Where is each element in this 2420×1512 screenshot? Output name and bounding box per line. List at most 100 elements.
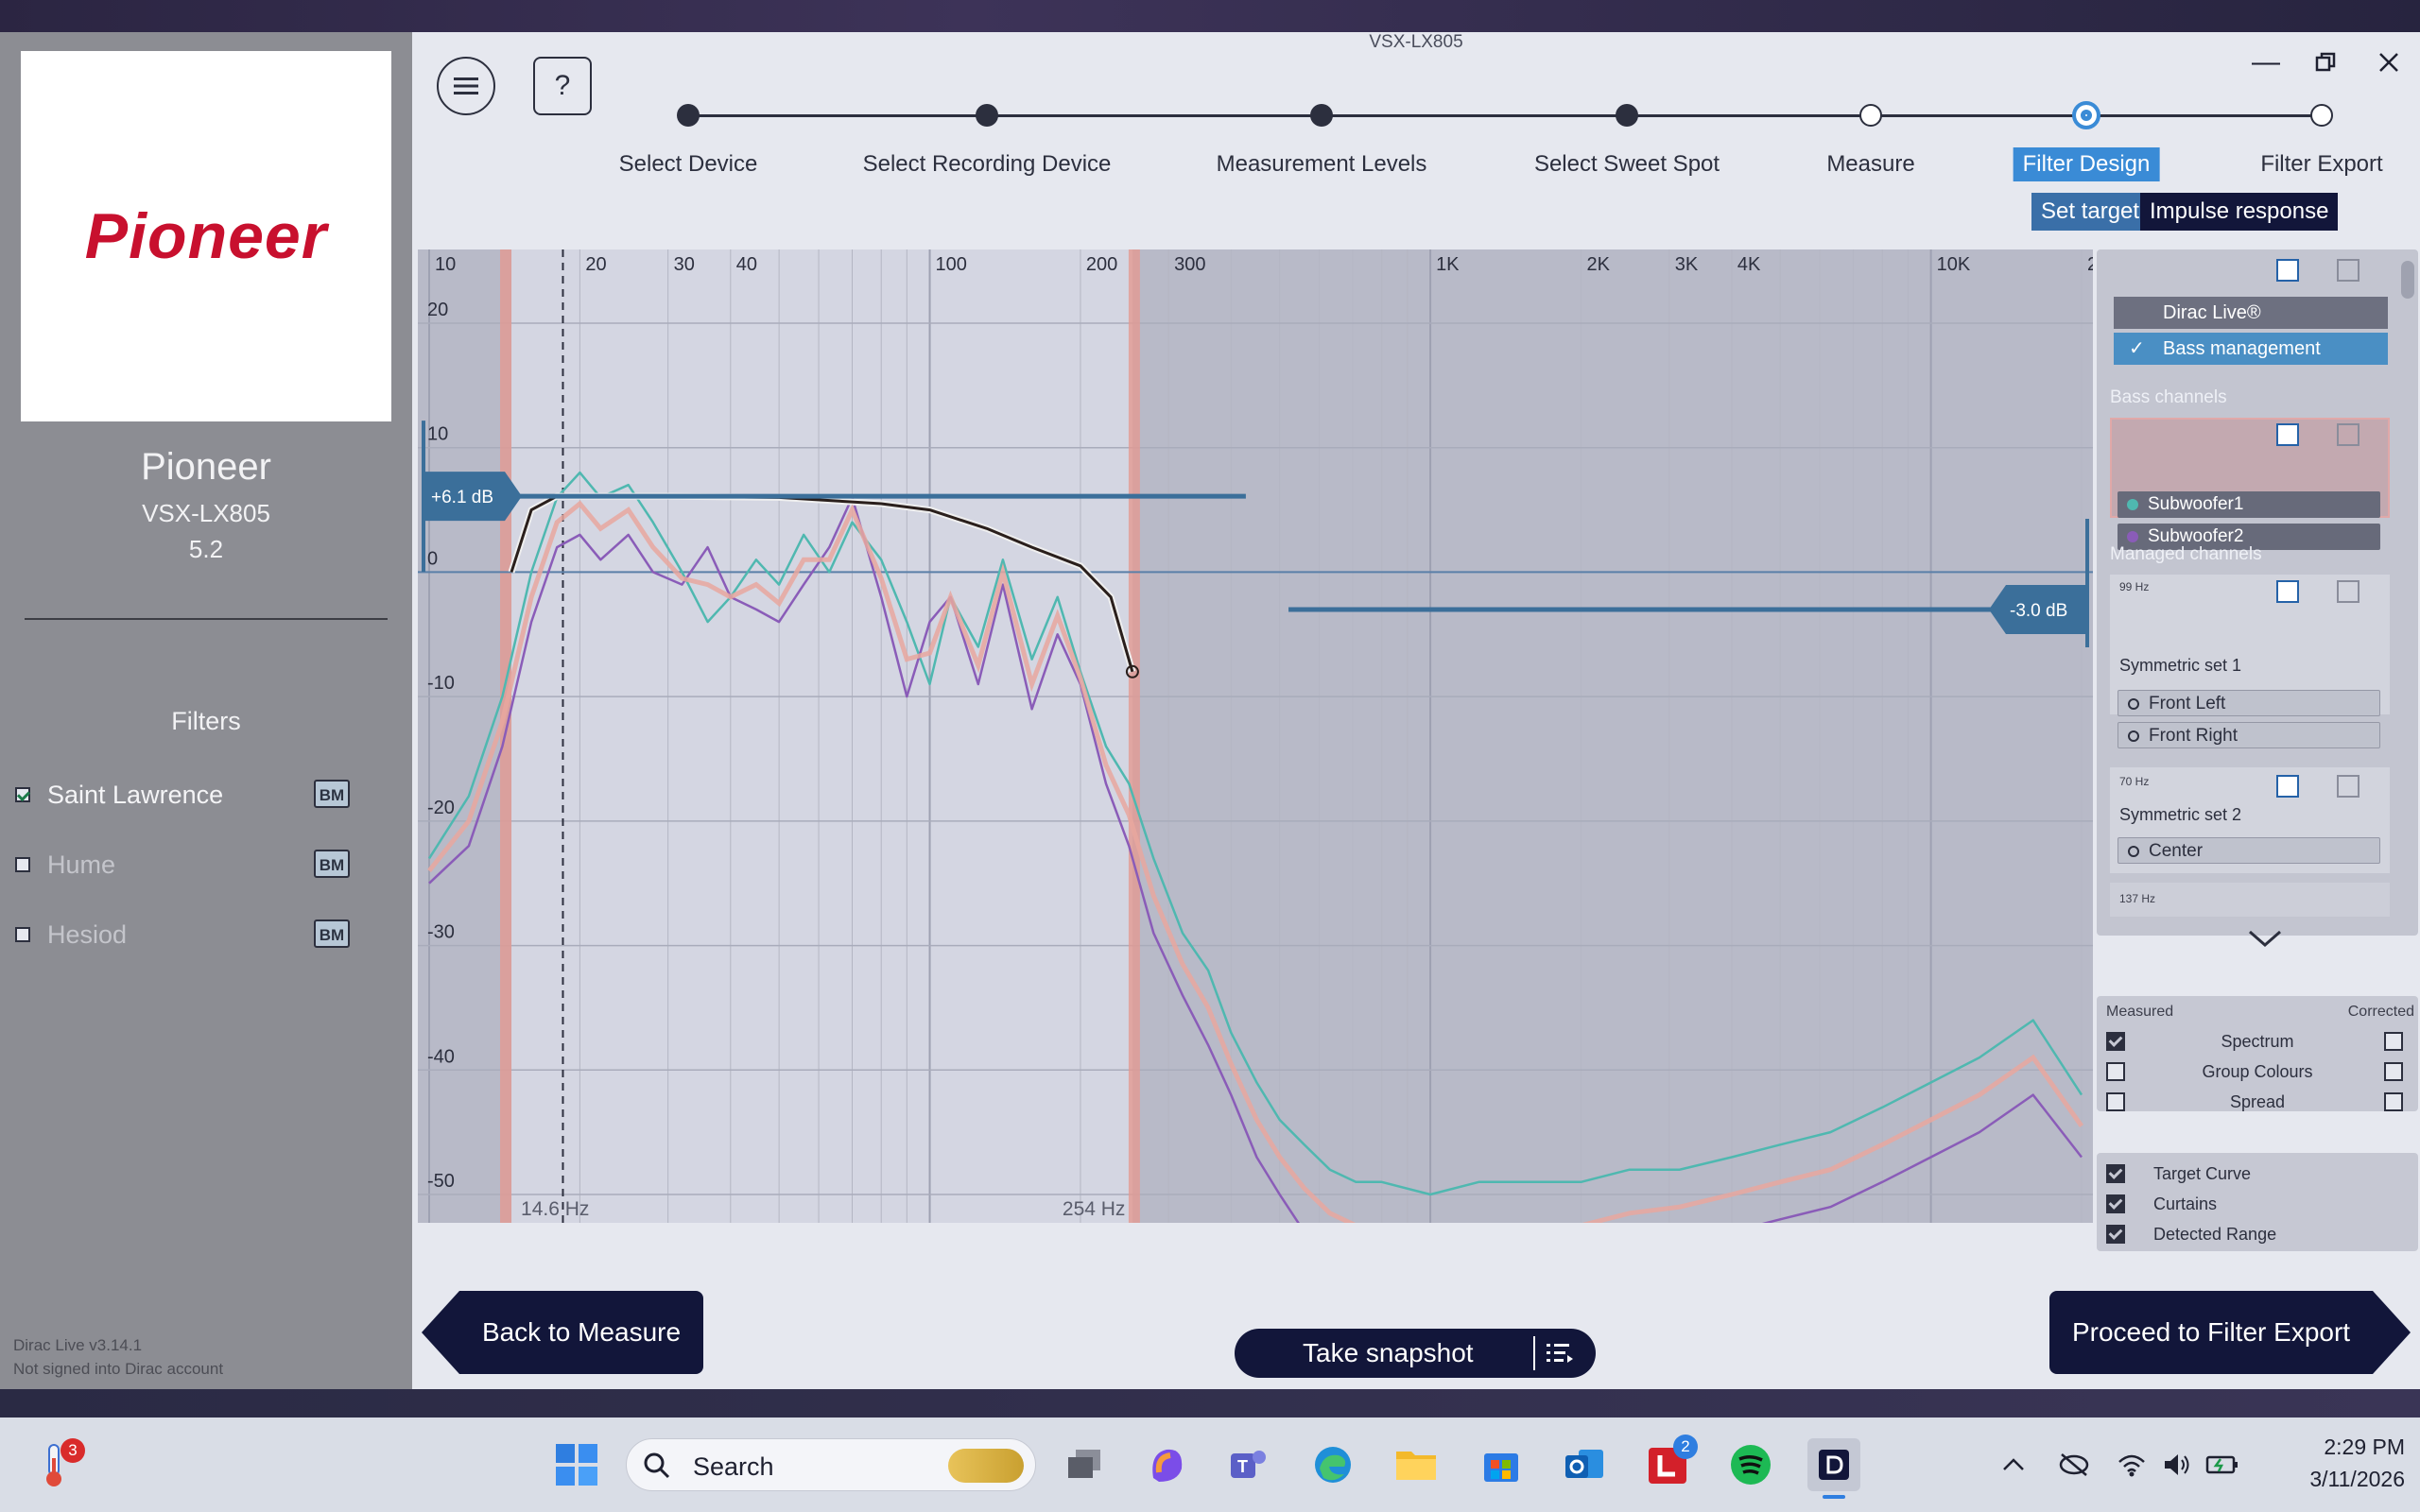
start-button[interactable] <box>550 1438 603 1491</box>
task-view-button[interactable] <box>1059 1438 1112 1491</box>
teams-app[interactable]: T <box>1221 1438 1274 1491</box>
clock-date[interactable]: 3/11/2026 <box>2273 1467 2405 1492</box>
view-icon[interactable] <box>2337 775 2360 798</box>
tray-volume[interactable] <box>2153 1438 2201 1491</box>
step-dot-4[interactable] <box>1616 104 1638 127</box>
filter-item-hume[interactable]: Hume BM <box>15 846 384 884</box>
filter-item-saint-lawrence[interactable]: Saint Lawrence BM <box>15 776 384 814</box>
link-icon[interactable] <box>2276 580 2299 603</box>
snapshot-list-icon[interactable] <box>1547 1342 1573 1365</box>
filter-item-hesiod[interactable]: Hesiod BM <box>15 916 384 954</box>
tab-impulse-response[interactable]: Impulse response <box>2140 193 2339 231</box>
channel-color-dot <box>2128 698 2139 710</box>
channel-list-scrollbar[interactable] <box>2401 261 2414 299</box>
channel-subwoofer1[interactable]: Subwoofer1 <box>2118 491 2380 518</box>
channel-front-left[interactable]: Front Left <box>2118 690 2380 716</box>
taskbar-search[interactable]: Search <box>626 1438 1036 1491</box>
lastpass-app[interactable]: 2 <box>1641 1435 1698 1491</box>
proceed-to-filter-export-button[interactable]: Proceed to Filter Export <box>2049 1291 2411 1374</box>
curtains-checkbox[interactable] <box>2106 1194 2125 1213</box>
step-label-3[interactable]: Measurement Levels <box>1217 151 1427 178</box>
maximize-button[interactable] <box>2302 43 2349 81</box>
crossover-hz: 70 Hz <box>2119 775 2150 788</box>
x-tick-label: 30 <box>674 254 695 275</box>
show-hidden-icons[interactable] <box>1987 1438 2040 1491</box>
device-sidebar: Pioneer Pioneer VSX-LX805 5.2 Filters Sa… <box>0 32 412 1389</box>
channel-color-dot <box>2127 499 2138 510</box>
brand-logo-text: Pioneer <box>84 200 328 272</box>
x-tick-label: 4K <box>1737 254 1761 275</box>
take-snapshot-button[interactable]: Take snapshot <box>1235 1329 1596 1378</box>
frequency-response-chart[interactable]: 102030401002003001K2K3K4K10K20K20100-10-… <box>418 249 2093 1223</box>
step-dot-7[interactable] <box>2310 104 2333 127</box>
group-colours-corrected-checkbox[interactable] <box>2384 1062 2403 1081</box>
toggle-curtains: Curtains <box>2097 1193 2418 1217</box>
spotify-app[interactable] <box>1724 1438 1777 1491</box>
file-explorer-app[interactable] <box>1390 1438 1443 1491</box>
step-dot-1[interactable] <box>677 104 700 127</box>
dirac-live-row[interactable]: Dirac Live® <box>2114 297 2388 329</box>
edge-app[interactable] <box>1306 1438 1359 1491</box>
measured-heading: Measured <box>2106 1004 2174 1020</box>
help-button[interactable]: ? <box>533 57 592 115</box>
bass-management-row[interactable]: ✓ Bass management <box>2114 333 2388 365</box>
y-tick-label: -30 <box>427 922 455 943</box>
edge-icon <box>1315 1447 1351 1483</box>
step-dot-6[interactable] <box>2072 101 2100 129</box>
dirac-icon <box>1819 1450 1849 1480</box>
step-dot-3[interactable] <box>1310 104 1333 127</box>
y-tick-label: 20 <box>427 300 448 320</box>
outlook-app[interactable] <box>1558 1438 1611 1491</box>
spectrum-corrected-checkbox[interactable] <box>2384 1032 2403 1051</box>
spread-corrected-checkbox[interactable] <box>2384 1092 2403 1111</box>
filters-heading: Filters <box>171 707 241 735</box>
account-status: Not signed into Dirac account <box>13 1360 224 1378</box>
store-icon <box>1484 1453 1518 1482</box>
copilot-app[interactable] <box>1140 1438 1193 1491</box>
task-view-icon <box>1068 1450 1100 1478</box>
tray-battery[interactable] <box>2199 1438 2246 1491</box>
store-app[interactable] <box>1475 1438 1528 1491</box>
step-label-7[interactable]: Filter Export <box>2260 151 2382 178</box>
step-label-5[interactable]: Measure <box>1826 151 1914 178</box>
tab-set-target[interactable]: Set target <box>2031 193 2150 231</box>
minimize-button[interactable]: — <box>2242 43 2290 81</box>
set-name: Symmetric set 1 <box>2119 656 2242 675</box>
view-icon[interactable] <box>2337 259 2360 282</box>
toggle-label: Curtains <box>2153 1194 2218 1213</box>
tray-wifi[interactable] <box>2108 1438 2155 1491</box>
target-curve-checkbox[interactable] <box>2106 1164 2125 1183</box>
back-to-measure-button[interactable]: Back to Measure <box>422 1291 703 1374</box>
menu-button[interactable] <box>437 57 495 115</box>
chevron-down-icon[interactable] <box>2248 928 2282 952</box>
filter-checkbox[interactable] <box>15 787 30 802</box>
detected-range-checkbox[interactable] <box>2106 1225 2125 1244</box>
step-dot-2[interactable] <box>976 104 998 127</box>
gain-label-low: +6.1 dB <box>431 488 493 507</box>
link-icon[interactable] <box>2276 259 2299 282</box>
eye-off-icon <box>2059 1453 2089 1476</box>
channel-label: Subwoofer2 <box>2148 526 2244 546</box>
channel-center[interactable]: Center <box>2118 837 2380 864</box>
view-icon[interactable] <box>2337 580 2360 603</box>
weather-widget[interactable]: 3 <box>28 1438 85 1491</box>
view-icon[interactable] <box>2337 423 2360 446</box>
link-icon[interactable] <box>2276 423 2299 446</box>
step-label-6[interactable]: Filter Design <box>2013 147 2160 181</box>
filter-checkbox[interactable] <box>15 857 30 872</box>
link-icon[interactable] <box>2276 775 2299 798</box>
clock-time[interactable]: 2:29 PM <box>2273 1435 2405 1460</box>
dirac-live-app[interactable] <box>1807 1438 1860 1499</box>
channel-front-right[interactable]: Front Right <box>2118 722 2380 748</box>
filter-checkbox[interactable] <box>15 927 30 942</box>
step-dot-5[interactable] <box>1859 104 1882 127</box>
x-tick-label: 40 <box>736 254 757 275</box>
step-label-2[interactable]: Select Recording Device <box>863 151 1112 178</box>
close-button[interactable] <box>2365 43 2412 81</box>
step-label-4[interactable]: Select Sweet Spot <box>1534 151 1720 178</box>
chart-plot[interactable]: 102030401002003001K2K3K4K10K20K20100-10-… <box>418 249 2093 1223</box>
tray-eye-off[interactable] <box>2048 1438 2100 1491</box>
battery-charging-icon <box>2205 1455 2238 1474</box>
step-label-1[interactable]: Select Device <box>619 151 758 178</box>
device-name: Pioneer <box>141 446 271 488</box>
